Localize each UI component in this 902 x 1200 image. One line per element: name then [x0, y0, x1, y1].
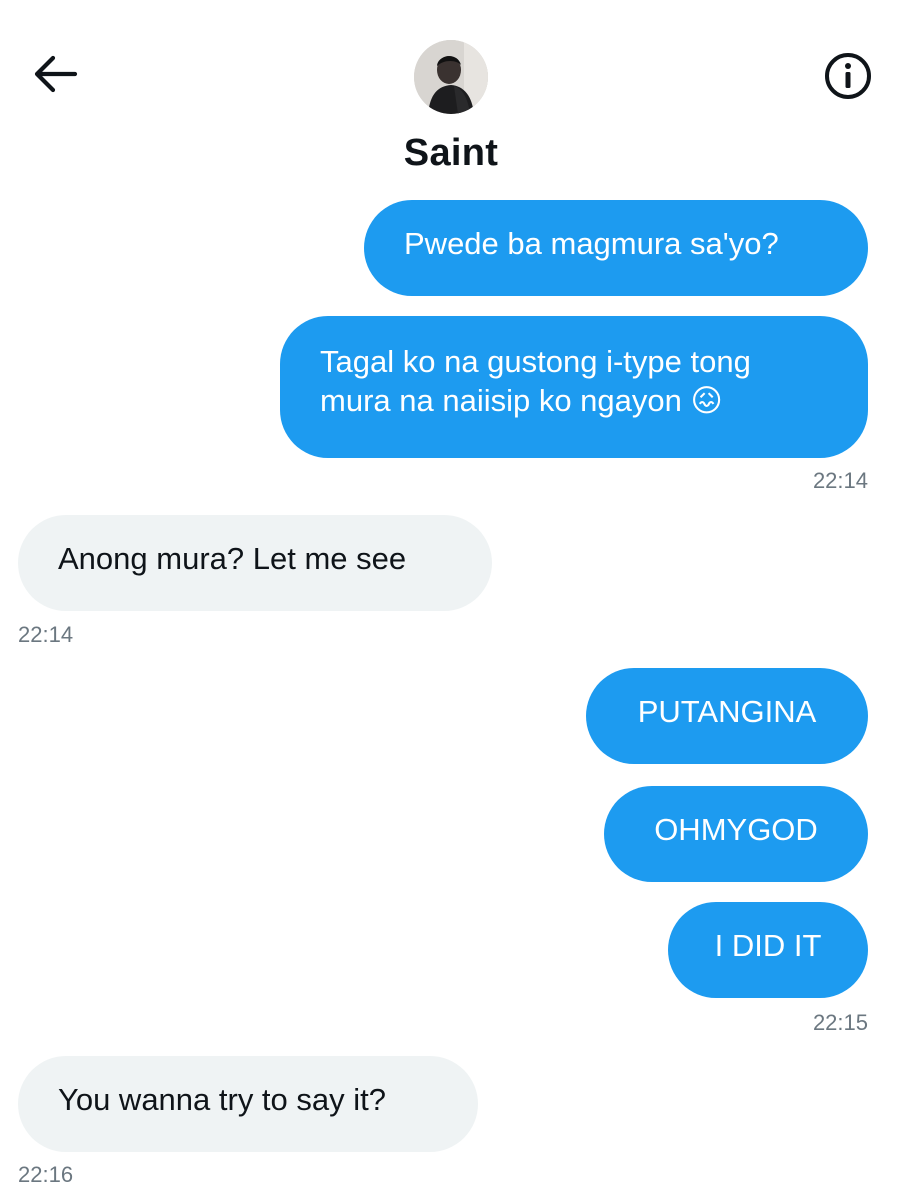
message-bubble-received[interactable]: Anong mura? Let me see: [18, 515, 492, 611]
message-timestamp: 22:16: [18, 1162, 74, 1187]
message-text-line: Tagal ko na gustong i-type tong: [320, 344, 751, 379]
message-bubble-sent[interactable]: I DID IT: [668, 902, 868, 998]
message-timestamp: 22:14: [812, 468, 868, 493]
contact-name[interactable]: Saint: [301, 132, 601, 175]
message-timestamp: 22:15: [812, 1010, 868, 1035]
avatar-photo: [414, 40, 488, 114]
avatar[interactable]: [414, 40, 488, 114]
message-bubble-sent[interactable]: OHMYGOD: [604, 786, 868, 882]
info-icon: [825, 53, 871, 99]
message-bubble-sent[interactable]: Tagal ko na gustong i-type tong mura na …: [280, 316, 868, 458]
message-bubble-sent[interactable]: PUTANGINA: [586, 668, 868, 764]
message-timestamp: 22:14: [18, 622, 74, 647]
message-bubble-received[interactable]: You wanna try to say it?: [18, 1056, 478, 1152]
message-text-line: mura na naiisip ko ngayon 😖: [320, 383, 723, 419]
message-text: You wanna try to say it?: [58, 1082, 386, 1117]
message-text: Anong mura? Let me see: [58, 541, 407, 576]
info-button[interactable]: [822, 50, 874, 102]
message-text: I DID IT: [714, 928, 822, 963]
back-arrow-icon: [34, 55, 78, 93]
message-text: PUTANGINA: [637, 694, 817, 729]
message-bubble-sent[interactable]: Pwede ba magmura sa'yo?: [364, 200, 868, 296]
message-text: OHMYGOD: [654, 812, 818, 847]
message-text: Pwede ba magmura sa'yo?: [404, 226, 779, 261]
back-button[interactable]: [28, 50, 82, 98]
